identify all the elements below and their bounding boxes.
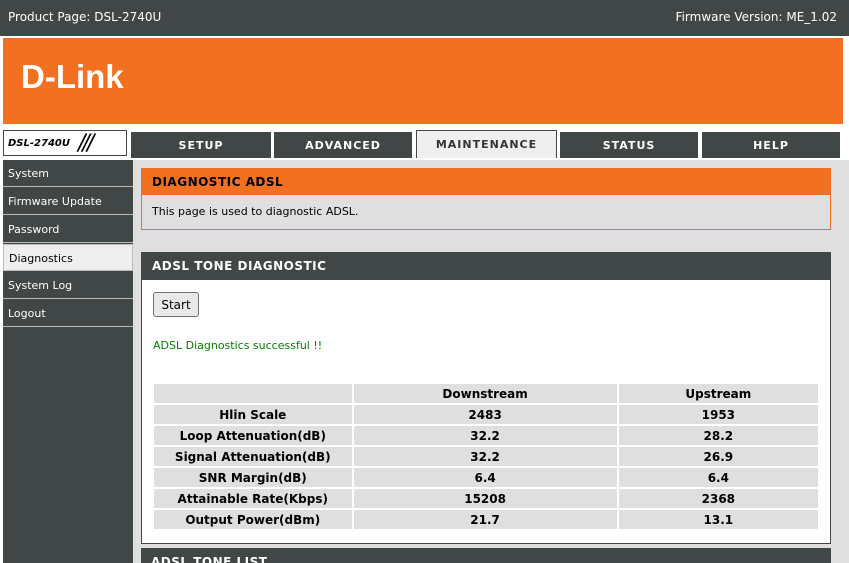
- section-title: ADSL TONE DIAGNOSTIC: [142, 253, 830, 280]
- table-header: Upstream: [618, 384, 818, 403]
- section-title: DIAGNOSTIC ADSL: [142, 169, 830, 195]
- sidebar-item-password[interactable]: Password: [3, 216, 133, 243]
- row-label: Attainable Rate(Kbps): [154, 489, 352, 508]
- sidebar-item-logout[interactable]: Logout: [3, 300, 133, 327]
- row-label: Loop Attenuation(dB): [154, 426, 352, 445]
- table-row: Output Power(dBm) 21.7 13.1: [154, 510, 818, 529]
- tab-help[interactable]: HELP: [702, 132, 840, 158]
- downstream-value: 32.2: [353, 426, 617, 445]
- downstream-value: 32.2: [353, 447, 617, 466]
- start-button[interactable]: Start: [153, 292, 199, 317]
- top-bar: Product Page: DSL-2740U Firmware Version…: [0, 0, 849, 36]
- main-nav: DSL-2740U /// SETUP ADVANCED MAINTENANCE…: [0, 124, 849, 160]
- diagnostic-adsl-section: DIAGNOSTIC ADSL This page is used to dia…: [141, 168, 831, 230]
- model-name: DSL-2740U: [8, 138, 70, 149]
- model-badge: DSL-2740U ///: [3, 130, 127, 156]
- section-description: This page is used to diagnostic ADSL.: [152, 205, 359, 218]
- row-label: SNR Margin(dB): [154, 468, 352, 487]
- adsl-tone-list-section: ADSL TONE LIST: [141, 548, 831, 563]
- row-label: Signal Attenuation(dB): [154, 447, 352, 466]
- sidebar-item-firmware-update[interactable]: Firmware Update: [3, 188, 133, 215]
- sidebar-item-diagnostics[interactable]: Diagnostics: [3, 244, 133, 271]
- status-message: ADSL Diagnostics successful !!: [153, 339, 323, 352]
- downstream-value: 15208: [353, 489, 617, 508]
- table-row: Hlin Scale 2483 1953: [154, 405, 818, 424]
- adsl-tone-diagnostic-section: ADSL TONE DIAGNOSTIC Start ADSL Diagnost…: [141, 252, 831, 544]
- firmware-version-label: Firmware Version: ME_1.02: [675, 10, 837, 24]
- downstream-value: 21.7: [353, 510, 617, 529]
- tab-setup[interactable]: SETUP: [131, 132, 271, 158]
- upstream-value: 13.1: [618, 510, 818, 529]
- dlink-logo: D-Link: [21, 58, 124, 95]
- upstream-value: 1953: [618, 405, 818, 424]
- main-content: DIAGNOSTIC ADSL This page is used to dia…: [133, 160, 849, 563]
- decorative-slashes-icon: ///: [78, 131, 94, 156]
- sidebar-item-system[interactable]: System: [3, 160, 133, 187]
- table-row: Signal Attenuation(dB) 32.2 26.9: [154, 447, 818, 466]
- tab-advanced[interactable]: ADVANCED: [274, 132, 412, 158]
- upstream-value: 28.2: [618, 426, 818, 445]
- table-header: [154, 384, 352, 403]
- row-label: Output Power(dBm): [154, 510, 352, 529]
- table-header: Downstream: [353, 384, 617, 403]
- table-row: SNR Margin(dB) 6.4 6.4: [154, 468, 818, 487]
- table-header-row: Downstream Upstream: [154, 384, 818, 403]
- brand-banner: D-Link: [3, 38, 843, 124]
- downstream-value: 6.4: [353, 468, 617, 487]
- upstream-value: 26.9: [618, 447, 818, 466]
- row-label: Hlin Scale: [154, 405, 352, 424]
- diagnostic-table: Downstream Upstream Hlin Scale 2483 1953…: [152, 382, 820, 531]
- upstream-value: 2368: [618, 489, 818, 508]
- table-row: Loop Attenuation(dB) 32.2 28.2: [154, 426, 818, 445]
- table-row: Attainable Rate(Kbps) 15208 2368: [154, 489, 818, 508]
- sidebar-item-system-log[interactable]: System Log: [3, 272, 133, 299]
- product-page-label: Product Page: DSL-2740U: [8, 10, 162, 24]
- tab-status[interactable]: STATUS: [560, 132, 698, 158]
- tab-maintenance[interactable]: MAINTENANCE: [416, 130, 557, 158]
- sidebar: System Firmware Update Password Diagnost…: [3, 160, 133, 563]
- upstream-value: 6.4: [618, 468, 818, 487]
- downstream-value: 2483: [353, 405, 617, 424]
